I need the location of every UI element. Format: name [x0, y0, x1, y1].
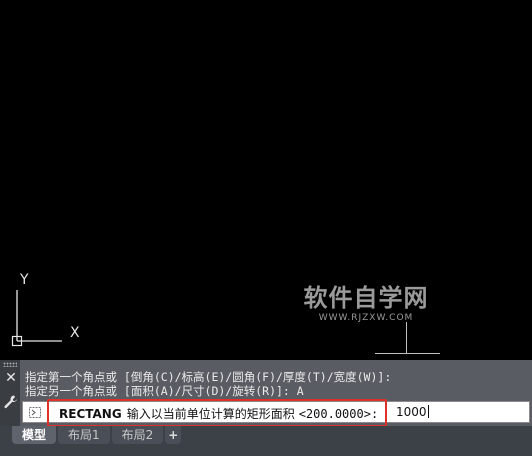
close-icon[interactable]: ✕	[4, 371, 18, 385]
command-input-value[interactable]: 1000	[396, 405, 429, 419]
prompt-command-name: RECTANG	[59, 407, 122, 421]
crosshair-horizontal-line	[375, 353, 440, 354]
prompt-default-value: <200.0000>:	[298, 407, 379, 421]
watermark-title: 软件自学网	[303, 284, 429, 312]
text-caret	[427, 405, 429, 418]
command-prompt: RECTANG 输入以当前单位计算的矩形面积 <200.0000>:	[59, 405, 378, 422]
command-input[interactable]: RECTANG 输入以当前单位计算的矩形面积 <200.0000>: 1000	[22, 399, 530, 427]
add-layout-button[interactable]: +	[165, 426, 182, 444]
watermark-logo: 软件自学网 WWW.RJZXW.COM	[296, 284, 436, 324]
crosshair-vertical-line	[406, 322, 407, 354]
tab-model[interactable]: 模型	[12, 426, 57, 444]
layout-tabs: 模型 布局1 布局2 +	[12, 426, 183, 444]
command-panel-grip[interactable]: ✕	[0, 360, 20, 426]
watermark-url: WWW.RJZXW.COM	[318, 313, 414, 323]
command-prompt-icon[interactable]	[29, 407, 41, 418]
grip-dots[interactable]	[3, 362, 17, 367]
input-value-text[interactable]: 1000	[396, 405, 427, 419]
tab-layout1[interactable]: 布局1	[58, 426, 110, 444]
drawing-canvas[interactable]: Y X 软件自学网 WWW.RJZXW.COM	[0, 0, 532, 360]
ucs-x-label: X	[70, 325, 80, 341]
wrench-icon[interactable]	[3, 394, 19, 410]
ucs-icon: Y X	[11, 272, 80, 347]
command-history-line: 指定第一个角点或 [倒角(C)/标高(E)/圆角(F)/厚度(T)/宽度(W)]…	[25, 370, 392, 384]
tab-layout2[interactable]: 布局2	[111, 426, 164, 444]
prompt-message: 输入以当前单位计算的矩形面积	[126, 407, 295, 421]
command-history-line: 指定另一个角点或 [面积(A)/尺寸(D)/旋转(R)]: A	[25, 384, 304, 398]
ucs-y-label: Y	[19, 272, 29, 288]
layout-tab-bar: 模型 布局1 布局2 +	[0, 426, 532, 456]
